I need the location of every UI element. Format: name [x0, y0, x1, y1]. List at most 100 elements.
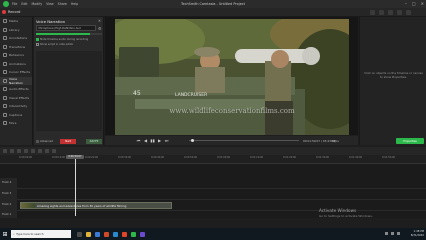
sidebar-item-visual-effects[interactable]: Visual Effects: [0, 94, 32, 103]
office-icon[interactable]: [104, 231, 109, 237]
task-view-icon[interactable]: [77, 231, 82, 237]
more-icon: [3, 121, 7, 126]
window-controls: – □ ✕: [405, 1, 424, 6]
undo-icon[interactable]: [3, 149, 7, 153]
video-frame[interactable]: 45 LANDCRUISER www.wildlifeconservationf…: [115, 19, 349, 135]
gear-icon[interactable]: ⚙: [98, 26, 102, 31]
pan-tool-icon[interactable]: [379, 10, 384, 15]
sidebar-item-library[interactable]: Library: [0, 26, 32, 35]
captions-icon: [3, 112, 7, 117]
properties-button[interactable]: Properties: [396, 138, 424, 144]
edge-icon[interactable]: [95, 231, 100, 237]
record-icon: [2, 10, 6, 14]
playhead[interactable]: [75, 159, 76, 216]
scrubber-handle[interactable]: [191, 139, 195, 142]
close-window-button[interactable]: ✕: [421, 1, 424, 6]
canvas-tools: [370, 10, 411, 15]
crop-tool-icon[interactable]: [388, 10, 393, 15]
track-header[interactable]: Track 1: [0, 211, 17, 218]
taskbar-search[interactable]: ⌕ Type here to search: [11, 230, 71, 238]
panel-title: Voice Narration: [36, 18, 66, 24]
volume-icon[interactable]: [391, 232, 394, 235]
menu-share[interactable]: Share: [58, 2, 67, 6]
show-script-checkbox[interactable]: Show script in note editor: [36, 43, 73, 46]
file-explorer-icon[interactable]: [86, 231, 91, 237]
sidebar-item-label: Audio Effects: [9, 87, 29, 92]
track-header[interactable]: Track 3: [0, 189, 17, 200]
behaviors-icon: [3, 53, 7, 58]
sidebar-item-transitions[interactable]: Transitions: [0, 43, 32, 52]
menu-help[interactable]: Help: [71, 2, 78, 6]
track-4[interactable]: Track 4: [0, 178, 426, 189]
track-3[interactable]: Track 3: [0, 189, 426, 200]
sidebar-item-cursor-effects[interactable]: Cursor Effects: [0, 68, 32, 77]
add-fx-button[interactable]: Add FX: [86, 139, 102, 144]
next-frame-icon[interactable]: ▶: [156, 138, 163, 143]
sidebar-item-label: Animations: [9, 61, 26, 66]
record-button[interactable]: Record: [2, 10, 20, 14]
mute-timeline-checkbox[interactable]: Mute timeline audio during recording: [36, 38, 88, 41]
zoom-out-icon[interactable]: [45, 149, 49, 153]
menu-edit[interactable]: Edit: [21, 2, 27, 6]
activate-windows-title: Activate Windows: [319, 208, 357, 213]
canvas-options-icon[interactable]: [406, 10, 411, 15]
ruler-tick: 0:00:40;00: [151, 156, 165, 159]
step-back-icon[interactable]: ⏮: [135, 138, 142, 143]
ruler-tick: 0:01:50;00: [382, 156, 396, 159]
maximize-button[interactable]: □: [412, 1, 416, 6]
chrome-icon[interactable]: [122, 231, 127, 237]
microphone-select[interactable]: Microphone (High Definition Aud: [36, 25, 96, 31]
minimize-button[interactable]: –: [405, 1, 407, 6]
activate-windows-subtitle: Go to Settings to activate Windows.: [319, 214, 373, 218]
track-header[interactable]: Track 2: [0, 200, 17, 211]
timeline-ruler[interactable]: 0:00:00;00 0:00:10;00 0:00:20;00 0:00:30…: [0, 155, 426, 164]
menu-file[interactable]: File: [12, 2, 17, 6]
scrubber[interactable]: [189, 139, 299, 142]
sidebar-item-label: Annotations: [9, 36, 28, 41]
script-area[interactable]: [36, 51, 102, 131]
menu-modify[interactable]: Modify: [32, 2, 43, 6]
ruler-tick: 0:01:10;00: [250, 156, 264, 159]
checkbox-label: Show script in note editor: [40, 43, 74, 46]
clock[interactable]: 1:48 PM 8/31/2020: [411, 230, 424, 238]
voice-narration-panel: Voice Narration ✕ Microphone (High Defin…: [34, 17, 104, 145]
windows-start-icon[interactable]: ⊞: [0, 228, 10, 240]
start-recording-button[interactable]: Start: [60, 139, 76, 144]
paste-icon[interactable]: [31, 149, 35, 153]
menu-view[interactable]: View: [46, 2, 54, 6]
zoom-in-icon[interactable]: [52, 149, 56, 153]
copy-icon[interactable]: [24, 149, 28, 153]
sidebar-item-annotations[interactable]: Annotations: [0, 34, 32, 43]
camtasia-taskbar-icon[interactable]: [131, 231, 136, 237]
sidebar-item-interactivity[interactable]: Interactivity: [0, 102, 32, 111]
app-icon[interactable]: [140, 231, 145, 237]
advanced-toggle[interactable]: Advanced: [36, 140, 53, 143]
redo-icon[interactable]: [10, 149, 14, 153]
zoom-level-icon[interactable]: [397, 10, 402, 15]
sidebar-item-voice-narration[interactable]: Voice Narration: [0, 76, 32, 85]
network-icon[interactable]: [385, 232, 388, 235]
sidebar-item-label: Library: [9, 27, 20, 32]
notifications-icon[interactable]: [397, 232, 400, 235]
pointer-tool-icon[interactable]: [370, 10, 375, 15]
sidebar-item-audio-effects[interactable]: Audio Effects: [0, 85, 32, 94]
ruler-tick: 0:01:40;00: [349, 156, 363, 159]
ruler-tick: 0:00:30;00: [118, 156, 132, 159]
pause-icon[interactable]: ▮▮: [149, 138, 156, 143]
sidebar-item-media[interactable]: Media: [0, 17, 32, 26]
close-icon[interactable]: ✕: [98, 19, 101, 23]
step-forward-icon[interactable]: ⏭: [163, 138, 170, 143]
split-icon[interactable]: [38, 149, 42, 153]
track-header[interactable]: Track 4: [0, 178, 17, 189]
sidebar-item-captions[interactable]: Captions: [0, 111, 32, 120]
sidebar-item-more[interactable]: More: [0, 119, 32, 128]
fps-readout: 30fps: [331, 138, 339, 143]
sidebar-item-animations[interactable]: Animations: [0, 60, 32, 69]
media-clip[interactable]: Amazing sights and adventures from 30 ye…: [20, 202, 172, 209]
sidebar-item-behaviors[interactable]: Behaviors: [0, 51, 32, 60]
sidebar-item-label: Voice Narration: [9, 76, 24, 85]
previous-frame-icon[interactable]: ◀: [142, 138, 149, 143]
cut-icon[interactable]: [17, 149, 21, 153]
transitions-icon: [3, 44, 7, 49]
mail-icon[interactable]: [113, 231, 118, 237]
